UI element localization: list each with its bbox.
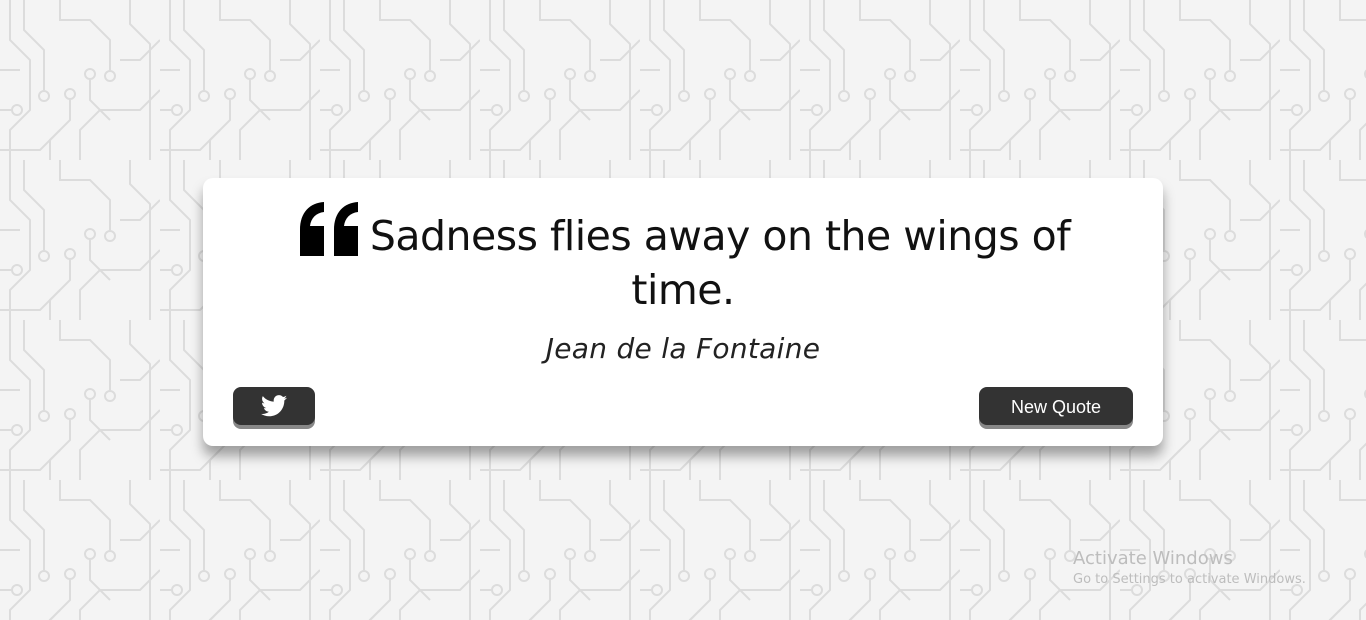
new-quote-button[interactable]: New Quote (979, 387, 1133, 425)
quote-card: Sadness flies away on the wings of time.… (203, 178, 1163, 446)
quote-author: Jean de la Fontaine (545, 332, 821, 365)
quote-text-row: Sadness flies away on the wings of time. (243, 200, 1123, 317)
watermark-subtitle: Go to Settings to activate Windows. (1073, 572, 1306, 587)
tweet-button[interactable] (233, 387, 315, 425)
windows-activation-watermark: Activate Windows Go to Settings to activ… (1073, 548, 1306, 590)
left-double-quote-icon (299, 202, 358, 256)
watermark-title: Activate Windows (1073, 548, 1233, 569)
quote-text: Sadness flies away on the wings of time. (369, 212, 1071, 314)
twitter-icon (261, 395, 287, 417)
